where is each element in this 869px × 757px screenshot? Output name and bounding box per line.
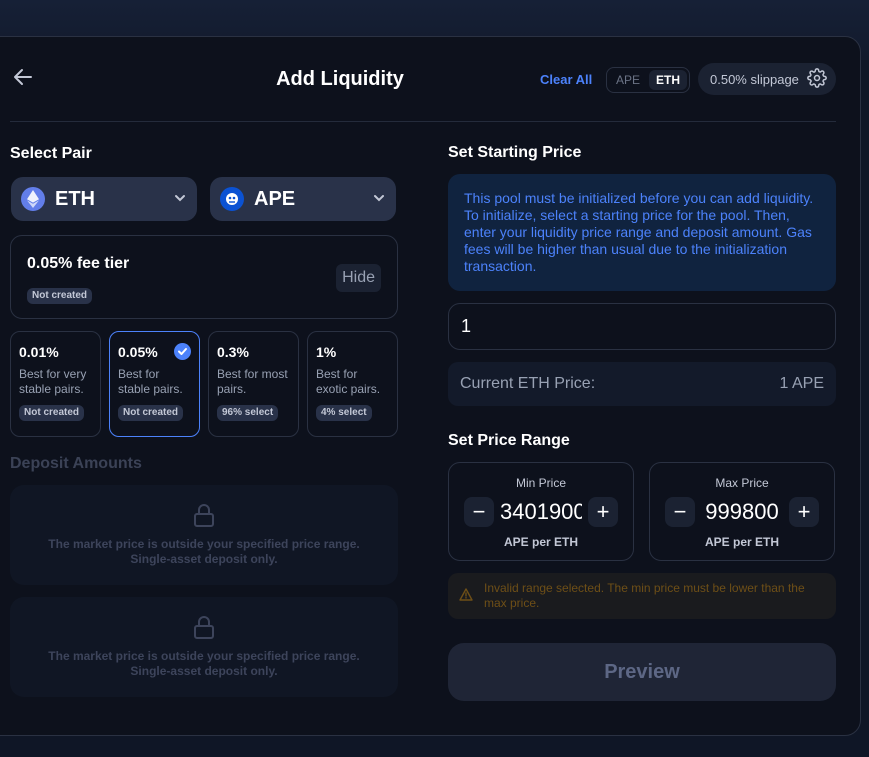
token-a-select[interactable]: ETH [11,177,197,221]
eth-icon [21,187,45,211]
min-increment-button[interactable]: + [588,497,618,527]
tier-percent: 1% [316,344,337,360]
check-icon [174,343,191,360]
tier-percent: 0.3% [217,344,249,360]
min-price-box: Min Price − 3401900 + APE per ETH [448,462,634,561]
starting-price-heading: Set Starting Price [448,144,582,161]
warning-text: Invalid range selected. The min price mu… [484,581,805,610]
min-price-unit: APE per ETH [503,535,578,549]
token-a-label: ETH [55,187,95,210]
clear-all-button[interactable]: Clear All [540,72,592,88]
ape-icon [220,187,244,211]
warning-icon [459,588,473,605]
slippage-label: 0.50% slippage [710,71,799,87]
max-price-input[interactable]: 999800 [701,499,783,525]
tier-description: Best for most pairs. [217,367,288,396]
status-badge: Not created [27,288,93,304]
tier-badge: Not created [19,405,85,421]
locked-message: The market price is outside your specifi… [48,649,360,678]
header-divider [10,121,836,122]
tier-badge: 96% select [217,405,279,421]
price-range-heading: Set Price Range [448,432,570,449]
tier-badge: Not created [118,405,184,421]
deposit-amounts-heading: Deposit Amounts [10,455,142,472]
token-b-label: APE [254,187,296,210]
fee-tier-status: Not created [27,285,93,304]
toggle-ape[interactable]: APE [609,70,647,90]
deposit-input-locked: The market price is outside your specifi… [10,597,398,697]
page-title: Add Liquidity [276,68,404,90]
max-increment-button[interactable]: + [789,497,819,527]
tier-description: Best for exotic pairs. [316,367,381,396]
fee-tier-option[interactable]: 1% Best for exotic pairs. 4% select [307,331,398,437]
fee-tier-option-selected[interactable]: 0.05% Best for stable pairs. Not created [109,331,200,437]
current-price-label: Current ETH Price: [460,375,596,392]
max-decrement-button[interactable]: − [665,497,695,527]
min-decrement-button[interactable]: − [464,497,494,527]
token-toggle[interactable]: APE ETH [606,67,690,93]
tier-percent: 0.01% [19,344,59,360]
invalid-range-warning: Invalid range selected. The min price mu… [448,573,836,619]
preview-button[interactable]: Preview [448,643,836,701]
chevron-down-icon [372,188,386,211]
current-price-row: Current ETH Price: 1 APE [448,362,836,406]
fee-tier-summary: 0.05% fee tier Not created Hide [10,235,398,319]
chevron-down-icon [173,188,187,211]
token-b-select[interactable]: APE [210,177,396,221]
min-price-label: Min Price [515,476,566,490]
lock-icon [10,597,398,645]
initialize-info-box: This pool must be initialized before you… [448,174,836,291]
tier-badge: 4% select [316,405,372,421]
locked-message: The market price is outside your specifi… [48,537,360,566]
starting-price-input[interactable]: 1 [448,303,836,350]
max-price-unit: APE per ETH [704,535,779,549]
min-price-input[interactable]: 3401900 [500,499,582,525]
gear-icon [807,67,827,91]
fee-tier-option[interactable]: 0.3% Best for most pairs. 96% select [208,331,299,437]
lock-icon [10,485,398,533]
max-price-box: Max Price − 999800 + APE per ETH [649,462,835,561]
max-price-label: Max Price [715,476,769,490]
tier-description: Best for very stable pairs. [19,367,87,396]
hide-button[interactable]: Hide [336,264,381,292]
tier-description: Best for stable pairs. [118,367,183,396]
back-arrow-icon[interactable] [12,66,34,88]
fee-tier-label: 0.05% fee tier [27,255,130,272]
fee-tier-option[interactable]: 0.01% Best for very stable pairs. Not cr… [10,331,101,437]
current-price-value: 1 APE [779,375,824,392]
select-pair-heading: Select Pair [10,145,92,162]
deposit-input-locked: The market price is outside your specifi… [10,485,398,585]
toggle-eth[interactable]: ETH [649,70,687,90]
slippage-button[interactable]: 0.50% slippage [698,63,836,95]
